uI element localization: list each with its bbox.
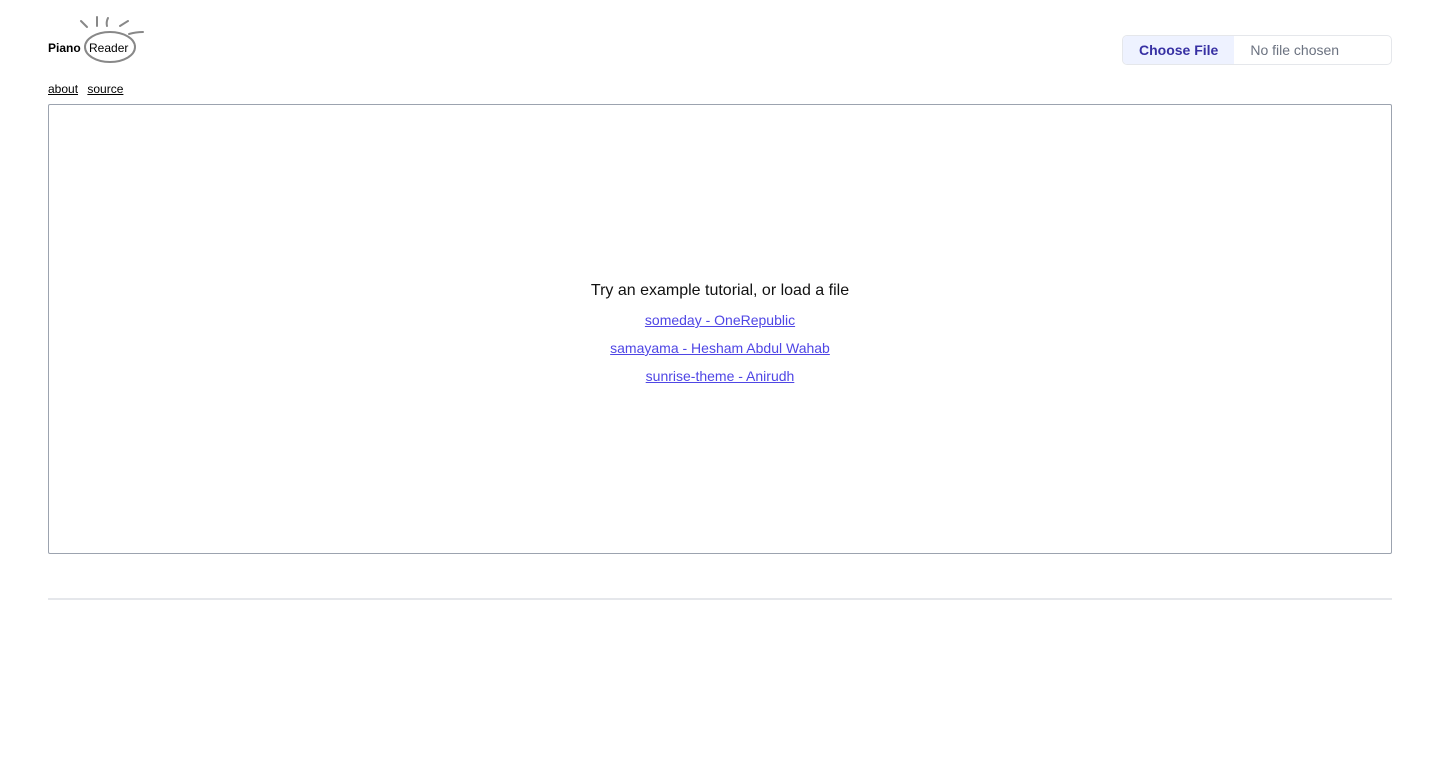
example-link-sunrise-theme[interactable]: sunrise-theme - Anirudh bbox=[49, 366, 1391, 386]
logo: Piano Reader bbox=[48, 14, 158, 66]
file-input[interactable]: Choose File No file chosen bbox=[1122, 35, 1392, 65]
source-link[interactable]: source bbox=[87, 82, 123, 96]
example-chooser: Try an example tutorial, or load a file … bbox=[49, 280, 1391, 394]
example-link-someday[interactable]: someday - OneRepublic bbox=[49, 310, 1391, 330]
logo-reader-text: Reader bbox=[89, 41, 129, 55]
prompt-text: Try an example tutorial, or load a file bbox=[590, 282, 850, 299]
about-link[interactable]: about bbox=[48, 82, 78, 96]
tutorial-area: Try an example tutorial, or load a file … bbox=[48, 104, 1392, 554]
file-status-text: No file chosen bbox=[1250, 42, 1340, 58]
choose-file-button[interactable]: Choose File bbox=[1123, 36, 1235, 64]
logo-sun-icon bbox=[80, 16, 144, 63]
logo-piano-text: Piano bbox=[48, 41, 81, 55]
nav-links: about source bbox=[48, 82, 129, 96]
example-link-samayama[interactable]: samayama - Hesham Abdul Wahab bbox=[49, 338, 1391, 358]
divider bbox=[48, 598, 1392, 600]
header: Piano Reader Choose File No file chosen bbox=[48, 14, 1392, 70]
